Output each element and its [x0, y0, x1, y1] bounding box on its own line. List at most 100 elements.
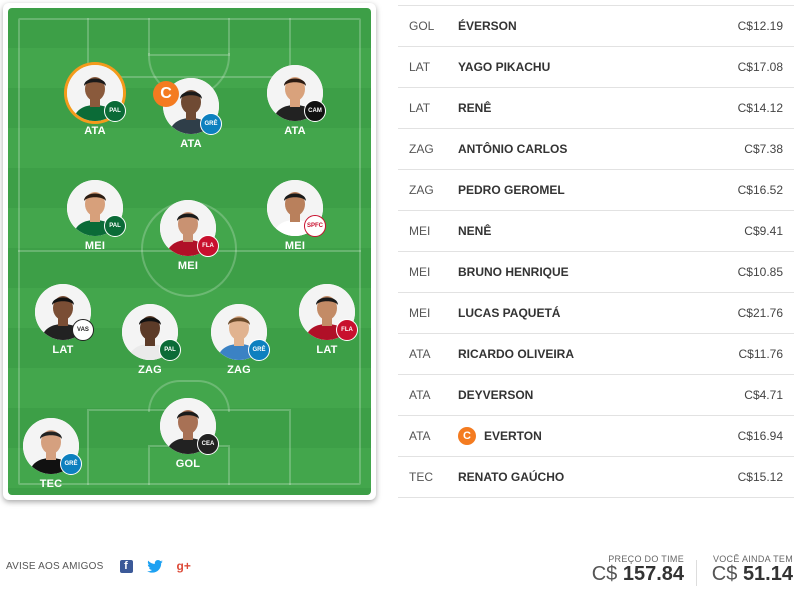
roster-price: C$10.85: [737, 265, 783, 279]
roster-row[interactable]: MEI BRUNO HENRIQUE C$10.85: [398, 252, 794, 293]
roster-row[interactable]: ZAG PEDRO GEROMEL C$16.52: [398, 170, 794, 211]
roster-price: C$4.71: [744, 388, 783, 402]
player-position-label: LAT: [316, 344, 338, 356]
club-crest-icon: SPFC: [304, 215, 326, 237]
roster-player-cell: BRUNO HENRIQUE: [458, 265, 714, 279]
player-card-gol-everson[interactable]: CEA GOL: [153, 398, 223, 488]
club-crest-icon: VAS: [72, 319, 94, 341]
roster-position: MEI: [409, 224, 431, 238]
roster-row[interactable]: ATA C EVERTON C$16.94: [398, 416, 794, 457]
player-card-lat-rene[interactable]: FLA LAT: [292, 284, 362, 374]
captain-icon: C: [458, 427, 476, 445]
player-position-label: LAT: [52, 344, 74, 356]
club-crest-icon: PAL: [159, 339, 181, 361]
share-label: AVISE AOS AMIGOS: [6, 560, 104, 572]
club-crest-icon: CAM: [304, 100, 326, 122]
roster-price: C$11.76: [738, 347, 783, 361]
roster-row[interactable]: GOL ÉVERSON C$12.19: [398, 6, 794, 47]
pitch-goal-area-top: [148, 18, 230, 56]
roster-position: GOL: [409, 19, 435, 33]
club-crest-icon: FLA: [197, 235, 219, 257]
footer-divider: [696, 560, 697, 586]
balance-currency: C$: [711, 563, 738, 585]
player-position-label: ATA: [180, 138, 202, 150]
roster-player-name: RICARDO OLIVEIRA: [458, 347, 575, 361]
roster-position: MEI: [409, 306, 431, 320]
roster-player-name: EVERTON: [484, 429, 542, 443]
roster-player-cell: NENÊ: [458, 224, 714, 238]
roster-player-name: YAGO PIKACHU: [458, 60, 551, 74]
player-position-label: ZAG: [227, 364, 251, 376]
roster-player-name: ÉVERSON: [458, 19, 517, 33]
lineup-field-card: C PAL ATA GRÊ ATA CAM ATA PAL MEI FLA MEI SPFC MEI V…: [3, 3, 376, 500]
roster-price: C$17.08: [737, 60, 783, 74]
player-position-label: ATA: [284, 125, 306, 137]
googleplus-icon[interactable]: g+: [177, 559, 191, 573]
roster-player-cell: C EVERTON: [458, 427, 714, 445]
twitter-icon[interactable]: [146, 559, 163, 573]
roster-position: TEC: [409, 470, 433, 484]
club-crest-icon: CEA: [197, 433, 219, 455]
roster-price: C$12.19: [737, 19, 783, 33]
player-position-label: ATA: [84, 125, 106, 137]
share-bar: AVISE AOS AMIGOS f g+: [6, 559, 205, 573]
roster-table: GOL ÉVERSON C$12.19 LAT YAGO PIKACHU C$17.08 L…: [398, 5, 794, 498]
captain-badge: C: [153, 81, 179, 107]
roster-player-cell: RENÊ: [458, 101, 714, 115]
player-card-mei-paqueta[interactable]: FLA MEI: [153, 200, 223, 290]
remaining-balance: VOCÊ AINDA TEM C$ 51.14: [703, 554, 793, 586]
roster-player-cell: DEYVERSON: [458, 388, 714, 402]
roster-row[interactable]: ATA DEYVERSON C$4.71: [398, 375, 794, 416]
player-card-lat-yago[interactable]: VAS LAT: [28, 284, 98, 374]
roster-player-cell: RENATO GAÚCHO: [458, 470, 714, 484]
balance-value: C$ 51.14: [703, 563, 793, 586]
roster-price: C$7.38: [744, 142, 783, 156]
team-price-currency: C$: [591, 563, 618, 585]
roster-row[interactable]: MEI LUCAS PAQUETÁ C$21.76: [398, 293, 794, 334]
roster-row[interactable]: LAT YAGO PIKACHU C$17.08: [398, 47, 794, 88]
roster-player-name: BRUNO HENRIQUE: [458, 265, 569, 279]
player-card-mei-nene[interactable]: SPFC MEI: [260, 180, 330, 270]
roster-player-cell: RICARDO OLIVEIRA: [458, 347, 714, 361]
roster-position: ATA: [409, 429, 431, 443]
roster-row[interactable]: ZAG ANTÔNIO CARLOS C$7.38: [398, 129, 794, 170]
roster-position: ZAG: [409, 183, 434, 197]
roster-position: LAT: [409, 101, 431, 115]
player-position-label: GOL: [175, 458, 201, 470]
team-price: PREÇO DO TIME C$ 157.84: [585, 554, 684, 586]
player-card-ata-deyverson[interactable]: CAM ATA: [260, 65, 330, 155]
roster-player-name: DEYVERSON: [458, 388, 534, 402]
player-card-zag-geromel[interactable]: GRÊ ZAG: [204, 304, 274, 394]
team-price-amount: 157.84: [622, 563, 684, 585]
club-crest-icon: GRÊ: [200, 113, 222, 135]
roster-player-cell: ÉVERSON: [458, 19, 714, 33]
balance-amount: 51.14: [742, 563, 793, 585]
roster-price: C$14.12: [737, 101, 783, 115]
soccer-pitch: C PAL ATA GRÊ ATA CAM ATA PAL MEI FLA MEI SPFC MEI V…: [8, 8, 371, 495]
roster-row[interactable]: TEC RENATO GAÚCHO C$15.12: [398, 457, 794, 498]
player-position-label: MEI: [84, 240, 106, 252]
player-card-zag-antonio[interactable]: PAL ZAG: [115, 304, 185, 394]
roster-player-cell: LUCAS PAQUETÁ: [458, 306, 714, 320]
player-card-mei-bruno[interactable]: PAL MEI: [60, 180, 130, 270]
club-crest-icon: GRÊ: [248, 339, 270, 361]
roster-row[interactable]: LAT RENÊ C$14.12: [398, 88, 794, 129]
roster-position: ATA: [409, 347, 431, 361]
roster-player-name: PEDRO GEROMEL: [458, 183, 565, 197]
roster-position: MEI: [409, 265, 431, 279]
roster-price: C$16.52: [737, 183, 783, 197]
roster-row[interactable]: ATA RICARDO OLIVEIRA C$11.76: [398, 334, 794, 375]
facebook-icon[interactable]: f: [119, 559, 133, 573]
player-card-tec-renato[interactable]: GRÊ TEC: [16, 418, 86, 495]
player-position-label: MEI: [177, 260, 199, 272]
roster-player-cell: YAGO PIKACHU: [458, 60, 714, 74]
player-card-ata-ricardo[interactable]: PAL ATA: [60, 65, 130, 155]
roster-player-cell: PEDRO GEROMEL: [458, 183, 714, 197]
team-price-value: C$ 157.84: [585, 563, 684, 586]
roster-position: ATA: [409, 388, 431, 402]
roster-row[interactable]: MEI NENÊ C$9.41: [398, 211, 794, 252]
club-crest-icon: GRÊ: [60, 453, 82, 475]
club-crest-icon: PAL: [104, 100, 126, 122]
roster-price: C$16.94: [737, 429, 783, 443]
roster-player-name: RENÊ: [458, 101, 492, 115]
